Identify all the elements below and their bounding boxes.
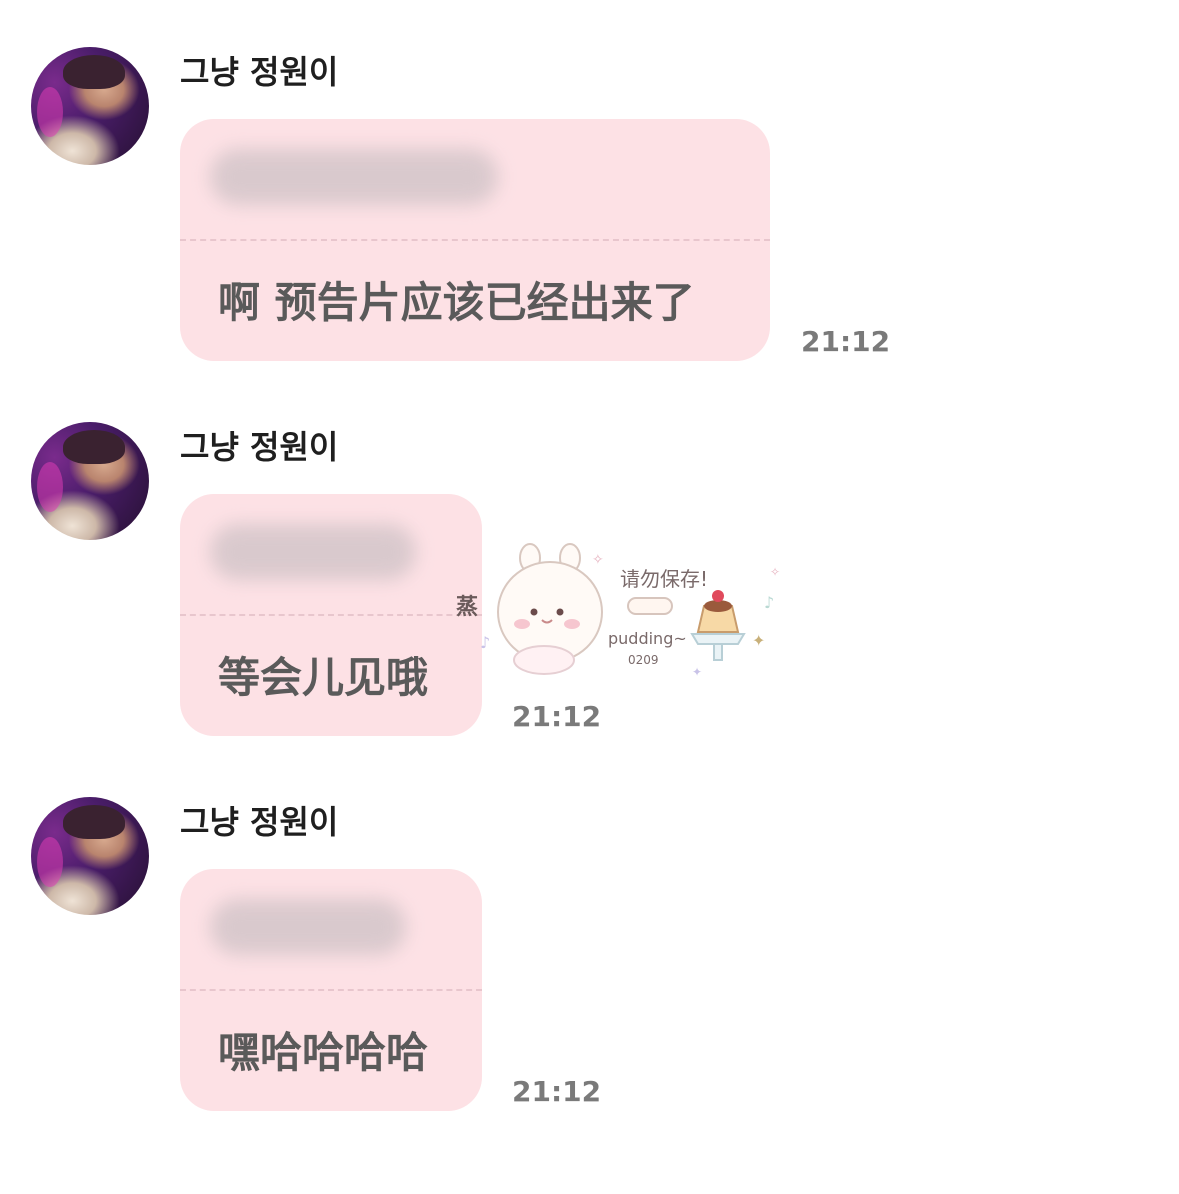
watermark-code: 0209: [628, 653, 659, 667]
watermark-left-char: 蒸: [456, 595, 478, 620]
avatar-glow: [37, 87, 63, 137]
avatar-hair: [63, 805, 125, 839]
avatar[interactable]: [31, 422, 149, 540]
quoted-message-blurred: [210, 524, 416, 580]
quote-divider: [180, 614, 482, 616]
svg-text:✦: ✦: [692, 665, 702, 679]
avatar-hair: [63, 55, 125, 89]
message-text: 啊 预告片应该已经出来了: [218, 278, 695, 327]
avatar-hair: [63, 430, 125, 464]
svg-text:✧: ✧: [592, 552, 604, 568]
quote-divider: [180, 239, 770, 241]
sender-name: 그냥 정원이: [180, 53, 339, 91]
sender-name: 그냥 정원이: [180, 803, 339, 841]
message-text: 等会儿见哦: [218, 653, 429, 702]
avatar[interactable]: [31, 47, 149, 165]
avatar-glow: [37, 837, 63, 887]
watermark-caption: 请勿保存!: [620, 567, 708, 591]
quoted-message-blurred: [210, 899, 406, 955]
message-group: 그냥 정원이 嘿哈哈哈哈 21:12: [0, 797, 1179, 1157]
bunny-icon: [497, 543, 603, 675]
svg-text:♪: ♪: [764, 593, 774, 612]
avatar[interactable]: [31, 797, 149, 915]
svg-text:✧: ✧: [770, 565, 780, 579]
avatar-glow: [37, 462, 63, 512]
message-group: 그냥 정원이 啊 预告片应该已经出来了 21:12: [0, 47, 1179, 407]
sender-name: 그냥 정원이: [180, 428, 339, 466]
svg-text:✦: ✦: [752, 631, 765, 650]
svg-text:♪: ♪: [480, 633, 490, 652]
message-time: 21:12: [801, 325, 891, 358]
watermark-brand: pudding~: [608, 629, 687, 648]
message-bubble[interactable]: 啊 预告片应该已经出来了: [180, 119, 770, 361]
message-text: 嘿哈哈哈哈: [218, 1028, 429, 1077]
watermark-sticker: ♪ ♪ ✦ ✧ ✧ ✦ 蒸 请勿保存! pudding~ 0209: [456, 543, 780, 679]
pudding-icon: [690, 590, 746, 661]
pudding-bar-icon: [627, 597, 673, 615]
quote-divider: [180, 989, 482, 991]
quoted-message-blurred: [210, 149, 498, 205]
message-time: 21:12: [512, 1075, 602, 1108]
message-bubble[interactable]: 等会儿见哦: [180, 494, 482, 736]
message-time: 21:12: [512, 700, 602, 733]
message-bubble[interactable]: 嘿哈哈哈哈: [180, 869, 482, 1111]
